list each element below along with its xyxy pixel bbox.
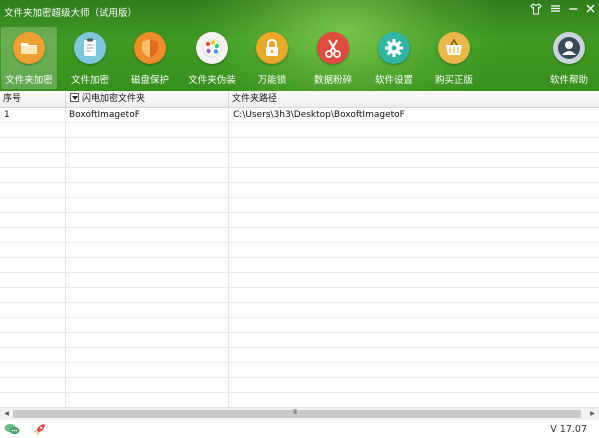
title-toolbar-area: 文件夹加密超级大师（试用版） 文件夹加密 文件加密 磁盘保护 文件夹伪装 万能锁…	[0, 0, 599, 91]
toolbar-folder-disguise[interactable]: 文件夹伪装	[182, 27, 242, 89]
column-divider	[65, 108, 66, 407]
select-all-checkbox[interactable]	[70, 93, 79, 102]
toolbar-label: 软件帮助	[549, 75, 588, 86]
toolbar-file-encrypt[interactable]: 文件加密	[62, 27, 118, 89]
horizontal-scrollbar[interactable]: ◀ III ▶	[0, 407, 599, 420]
toolbar-disk-protect[interactable]: 磁盘保护	[122, 27, 178, 89]
toolbar-universal-lock[interactable]: 万能锁	[244, 27, 300, 89]
toolbar-data-shred[interactable]: 数据粉碎	[305, 27, 361, 89]
document-icon	[74, 32, 106, 64]
scroll-grip: III	[293, 408, 297, 416]
toolbar-folder-encrypt[interactable]: 文件夹加密	[1, 27, 57, 89]
scroll-right-arrow-icon[interactable]: ▶	[586, 408, 599, 420]
status-bar: V 17.07	[0, 420, 599, 438]
column-header-index[interactable]: 序号	[0, 91, 66, 108]
close-icon[interactable]	[583, 3, 597, 17]
folder-list-table: 序号 闪电加密文件夹 文件夹路径 1 BoxoftImagetoF C:\Use…	[0, 91, 599, 407]
row-folder-name: BoxoftImagetoF	[69, 110, 140, 120]
basket-icon	[438, 32, 470, 64]
scroll-left-arrow-icon[interactable]: ◀	[0, 408, 13, 420]
window-title: 文件夹加密超级大师（试用版）	[4, 8, 138, 19]
folder-icon	[13, 32, 45, 64]
toolbar-label: 文件夹伪装	[188, 75, 236, 86]
chat-icon[interactable]	[4, 423, 20, 435]
table-header: 序号 闪电加密文件夹 文件夹路径	[0, 91, 599, 108]
toolbar-settings[interactable]: 软件设置	[366, 27, 422, 89]
menu-icon[interactable]	[548, 3, 562, 17]
rocket-icon[interactable]	[32, 423, 46, 435]
table-row[interactable]: 1 BoxoftImagetoF C:\Users\3h3\Desktop\Bo…	[0, 108, 599, 123]
column-header-folder-label: 闪电加密文件夹	[82, 94, 146, 104]
toolbar-label: 文件加密	[70, 75, 109, 86]
toolbar-label: 数据粉碎	[313, 75, 352, 86]
version-label: V 17.07	[550, 424, 587, 435]
user-help-icon	[553, 32, 585, 64]
column-header-path[interactable]: 文件夹路径	[229, 91, 599, 108]
toolbar-label: 文件夹加密	[5, 75, 53, 86]
lock-icon	[256, 32, 288, 64]
toolbar-label: 购买正版	[434, 75, 473, 86]
column-header-folder[interactable]: 闪电加密文件夹	[66, 91, 229, 108]
toolbar-label: 万能锁	[257, 75, 287, 86]
toolbar-buy[interactable]: 购买正版	[426, 27, 482, 89]
scissors-icon	[317, 32, 349, 64]
toolbar-help[interactable]: 软件帮助	[540, 27, 598, 89]
shirt-icon[interactable]	[529, 3, 543, 17]
scroll-thumb[interactable]: III	[13, 408, 581, 418]
row-index: 1	[4, 110, 10, 120]
shield-icon	[134, 32, 166, 64]
palette-icon	[196, 32, 228, 64]
table-body	[0, 108, 599, 407]
column-divider	[228, 108, 229, 407]
toolbar-label: 软件设置	[374, 75, 413, 86]
minimize-icon[interactable]	[566, 3, 580, 17]
row-folder-path: C:\Users\3h3\Desktop\BoxoftImagetoF	[233, 110, 405, 120]
toolbar-label: 磁盘保护	[130, 75, 169, 86]
gear-icon	[378, 32, 410, 64]
